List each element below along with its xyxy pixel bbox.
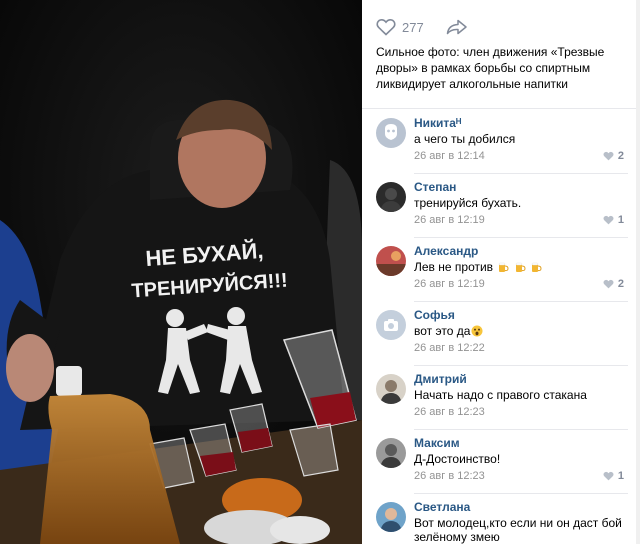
comment-item: Дмитрий Начать надо с правого стакана 26… — [362, 366, 640, 430]
comment-date[interactable]: 26 авг в 12:19 — [414, 278, 485, 290]
comment-text: Лев не против — [414, 260, 542, 274]
comment-text: вот это да — [414, 324, 483, 338]
comment-date[interactable]: 26 авг в 12:22 — [414, 342, 485, 354]
comment-item: Никитаᴴ а чего ты добился 26 авг в 12:14… — [362, 110, 640, 174]
heart-icon — [603, 215, 614, 225]
avatar[interactable] — [376, 310, 406, 340]
post-photo[interactable]: НЕ БУХАЙ, ТРЕНИРУЙСЯ!!! — [0, 0, 362, 544]
comment-author[interactable]: Александр — [414, 244, 478, 258]
user-photo-avatar — [376, 374, 406, 404]
astonished-emoji-icon — [471, 325, 483, 337]
comment-item: Светлана Вот молодец,кто если ни он даст… — [362, 494, 640, 544]
comment-text: Начать надо с правого стакана — [414, 388, 587, 402]
comment-like-button[interactable]: 1 — [603, 214, 624, 226]
user-photo-avatar — [376, 438, 406, 468]
heart-icon — [603, 151, 614, 161]
comment-text: а чего ты добился — [414, 132, 516, 146]
avatar[interactable] — [376, 438, 406, 468]
photo-scene: НЕ БУХАЙ, ТРЕНИРУЙСЯ!!! — [0, 0, 362, 544]
heart-icon — [603, 471, 614, 481]
beer-emoji-icon — [515, 262, 526, 272]
comment-author[interactable]: Максим — [414, 436, 460, 450]
share-arrow-icon — [446, 19, 467, 35]
heart-icon — [603, 279, 614, 289]
comment-like-count: 1 — [617, 470, 624, 482]
comment-text-value: вот это да — [414, 324, 471, 338]
comment-like-count: 2 — [617, 278, 624, 290]
comment-text: Д-Достоинство! — [414, 452, 501, 466]
avatar[interactable] — [376, 118, 406, 148]
user-photo-avatar — [376, 502, 406, 532]
comment-like-button[interactable]: 2 — [603, 150, 624, 162]
comment-author[interactable]: Степан — [414, 180, 456, 194]
post-caption: Сильное фото: член движения «Трезвые дво… — [376, 45, 605, 91]
scrollbar[interactable] — [636, 0, 640, 544]
comment-item: Александр Лев не против 26 авг в 12:19 2 — [362, 238, 640, 302]
comment-date[interactable]: 26 авг в 12:14 — [414, 150, 485, 162]
camera-avatar-icon — [376, 310, 406, 340]
post-actions: 277 — [376, 14, 468, 40]
beer-emoji-icon — [499, 262, 509, 272]
caption-divider — [362, 108, 640, 109]
comment-text-continued: зелёному змею — [414, 530, 500, 544]
comment-author[interactable]: Софья — [414, 308, 455, 322]
like-button[interactable]: 277 — [376, 18, 424, 36]
comment-author[interactable]: Никитаᴴ — [414, 116, 461, 130]
comment-text-value: Лев не против — [414, 260, 494, 274]
comment-text: Вот молодец,кто если ни он даст бой — [414, 516, 622, 530]
like-count: 277 — [402, 19, 424, 35]
comment-item: Софья вот это да 26 авг в 12:22 — [362, 302, 640, 366]
comment-item: Степан тренируйся бухать. 26 авг в 12:19… — [362, 174, 640, 238]
avatar[interactable] — [376, 182, 406, 212]
comment-like-count: 1 — [617, 214, 624, 226]
comment-like-button[interactable]: 2 — [603, 278, 624, 290]
comment-like-button[interactable]: 1 — [603, 470, 624, 482]
comment-author[interactable]: Светлана — [414, 500, 470, 514]
comment-item: Максим Д-Достоинство! 26 авг в 12:23 1 — [362, 430, 640, 494]
comment-date[interactable]: 26 авг в 12:23 — [414, 470, 485, 482]
beer-emoji-icon — [531, 262, 542, 272]
avatar[interactable] — [376, 374, 406, 404]
user-photo-avatar — [376, 246, 406, 276]
comment-text: тренируйся бухать. — [414, 196, 522, 210]
share-button[interactable] — [446, 19, 468, 35]
default-avatar-icon — [376, 118, 406, 148]
comment-date[interactable]: 26 авг в 12:19 — [414, 214, 485, 226]
comment-date[interactable]: 26 авг в 12:23 — [414, 406, 485, 418]
comment-author[interactable]: Дмитрий — [414, 372, 467, 386]
avatar[interactable] — [376, 246, 406, 276]
avatar[interactable] — [376, 502, 406, 532]
heart-icon — [376, 18, 396, 36]
post-sidebar: 277 Сильное фото: член движения «Трезвые… — [362, 0, 640, 544]
comment-like-count: 2 — [617, 150, 624, 162]
user-photo-avatar — [376, 182, 406, 212]
